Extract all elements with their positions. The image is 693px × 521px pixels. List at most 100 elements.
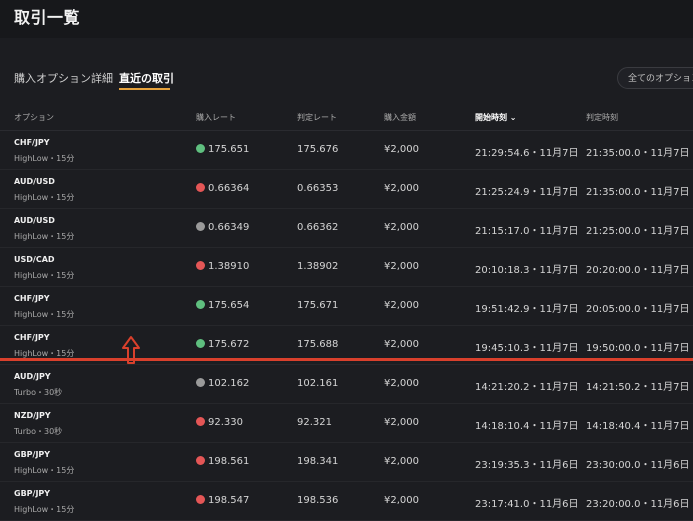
purchase-rate: 92.330 (208, 417, 243, 428)
currency-pair: AUD/USD (14, 177, 55, 186)
purchase-rate: 0.66349 (208, 222, 250, 233)
judge-rate: 198.536 (297, 495, 339, 506)
table-header: オプション 購入レート 判定レート 購入金額 開始時刻 ⌄ 判定時刻 (0, 104, 693, 131)
purchase-rate-cell: 198.561 (196, 456, 249, 467)
start-time: 20:10:18.3・11月7日 (475, 265, 579, 276)
direction-indicator-icon (196, 339, 205, 348)
currency-pair: CHF/JPY (14, 294, 50, 303)
table-row[interactable]: USD/CAD HighLow・15分 1.38910 1.38902 ¥2,0… (0, 248, 693, 287)
judge-time: 23:30:00.0・11月6日 (586, 460, 690, 471)
judge-rate: 175.688 (297, 339, 339, 350)
start-time: 21:29:54.6・11月7日 (475, 148, 579, 159)
judge-time: 21:25:00.0・11月7日 (586, 226, 690, 237)
tab-recent-trades[interactable]: 直近の取引 (119, 70, 174, 86)
start-time: 14:18:10.4・11月7日 (475, 421, 579, 432)
judge-rate: 0.66353 (297, 183, 339, 194)
purchase-amount: ¥2,000 (384, 339, 419, 350)
currency-pair: GBP/JPY (14, 450, 51, 459)
table-row[interactable]: CHF/JPY HighLow・15分 175.654 175.671 ¥2,0… (0, 287, 693, 326)
purchase-amount: ¥2,000 (384, 378, 419, 389)
purchase-rate-cell: 198.547 (196, 495, 249, 506)
option-type: HighLow・15分 (14, 271, 75, 280)
trade-table-body: CHF/JPY HighLow・15分 175.651 175.676 ¥2,0… (0, 131, 693, 521)
judge-rate: 92.321 (297, 417, 332, 428)
direction-indicator-icon (196, 261, 205, 270)
direction-indicator-icon (196, 456, 205, 465)
judge-time: 21:35:00.0・11月7日 (586, 148, 690, 159)
purchase-amount: ¥2,000 (384, 417, 419, 428)
judge-time: 21:35:00.0・11月7日 (586, 187, 690, 198)
direction-indicator-icon (196, 300, 205, 309)
tab-bar: 購入オプション詳細 直近の取引 (0, 62, 693, 92)
option-type: HighLow・15分 (14, 232, 75, 241)
purchase-rate-cell: 0.66349 (196, 222, 249, 233)
direction-indicator-icon (196, 183, 205, 192)
purchase-amount: ¥2,000 (384, 456, 419, 467)
table-row[interactable]: GBP/JPY HighLow・15分 198.561 198.341 ¥2,0… (0, 443, 693, 482)
column-header-option[interactable]: オプション (14, 112, 54, 123)
page-title: 取引一覧 (14, 8, 81, 27)
purchase-rate-cell: 1.38910 (196, 261, 249, 272)
option-type: Turbo・30秒 (14, 388, 63, 397)
option-type: Turbo・30秒 (14, 427, 63, 436)
judge-rate: 0.66362 (297, 222, 339, 233)
purchase-rate: 102.162 (208, 378, 250, 389)
top-bar: 取引一覧 (0, 0, 693, 38)
option-type: HighLow・15分 (14, 310, 75, 319)
start-time: 23:17:41.0・11月6日 (475, 499, 579, 510)
judge-rate: 102.161 (297, 378, 339, 389)
start-time: 23:19:35.3・11月6日 (475, 460, 579, 471)
purchase-rate: 198.547 (208, 495, 250, 506)
purchase-rate: 175.651 (208, 144, 250, 155)
purchase-rate-cell: 102.162 (196, 378, 249, 389)
option-type: HighLow・15分 (14, 505, 75, 514)
judge-rate: 1.38902 (297, 261, 339, 272)
start-time: 19:51:42.9・11月7日 (475, 304, 579, 315)
table-row[interactable]: AUD/USD HighLow・15分 0.66349 0.66362 ¥2,0… (0, 209, 693, 248)
table-row[interactable]: GBP/JPY HighLow・15分 198.547 198.536 ¥2,0… (0, 482, 693, 521)
purchase-rate: 1.38910 (208, 261, 250, 272)
table-row[interactable]: AUD/USD HighLow・15分 0.66364 0.66353 ¥2,0… (0, 170, 693, 209)
judge-time: 14:18:40.4・11月7日 (586, 421, 690, 432)
judge-time: 20:20:00.0・11月7日 (586, 265, 690, 276)
option-type: HighLow・15分 (14, 154, 75, 163)
purchase-amount: ¥2,000 (384, 222, 419, 233)
table-row[interactable]: NZD/JPY Turbo・30秒 92.330 92.321 ¥2,000 1… (0, 404, 693, 443)
column-header-start-time[interactable]: 開始時刻 ⌄ (475, 112, 517, 123)
option-filter-dropdown[interactable]: 全てのオプション (617, 67, 693, 89)
purchase-rate: 175.672 (208, 339, 250, 350)
tab-purchase-details[interactable]: 購入オプション詳細 (14, 70, 113, 86)
judge-rate: 175.671 (297, 300, 339, 311)
judge-time: 14:21:50.2・11月7日 (586, 382, 690, 393)
currency-pair: CHF/JPY (14, 138, 50, 147)
judge-time: 23:20:00.0・11月6日 (586, 499, 690, 510)
purchase-rate: 175.654 (208, 300, 250, 311)
purchase-rate-cell: 175.672 (196, 339, 249, 350)
table-row[interactable]: CHF/JPY HighLow・15分 175.651 175.676 ¥2,0… (0, 131, 693, 170)
currency-pair: CHF/JPY (14, 333, 50, 342)
start-time: 19:45:10.3・11月7日 (475, 343, 579, 354)
column-header-judge-time[interactable]: 判定時刻 (586, 112, 618, 123)
currency-pair: NZD/JPY (14, 411, 51, 420)
column-header-amount[interactable]: 購入金額 (384, 112, 416, 123)
currency-pair: GBP/JPY (14, 489, 51, 498)
column-header-purchase-rate[interactable]: 購入レート (196, 112, 236, 123)
judge-time: 20:05:00.0・11月7日 (586, 304, 690, 315)
table-row[interactable]: AUD/JPY Turbo・30秒 102.162 102.161 ¥2,000… (0, 365, 693, 404)
start-time: 21:15:17.0・11月7日 (475, 226, 579, 237)
column-header-judge-rate[interactable]: 判定レート (297, 112, 337, 123)
direction-indicator-icon (196, 378, 205, 387)
purchase-rate-cell: 175.654 (196, 300, 249, 311)
purchase-amount: ¥2,000 (384, 183, 419, 194)
judge-rate: 198.341 (297, 456, 339, 467)
judge-time: 19:50:00.0・11月7日 (586, 343, 690, 354)
purchase-amount: ¥2,000 (384, 300, 419, 311)
currency-pair: AUD/JPY (14, 372, 51, 381)
direction-indicator-icon (196, 495, 205, 504)
purchase-amount: ¥2,000 (384, 144, 419, 155)
purchase-amount: ¥2,000 (384, 261, 419, 272)
currency-pair: AUD/USD (14, 216, 55, 225)
direction-indicator-icon (196, 144, 205, 153)
judge-rate: 175.676 (297, 144, 339, 155)
up-arrow-annotation-icon (122, 336, 140, 364)
